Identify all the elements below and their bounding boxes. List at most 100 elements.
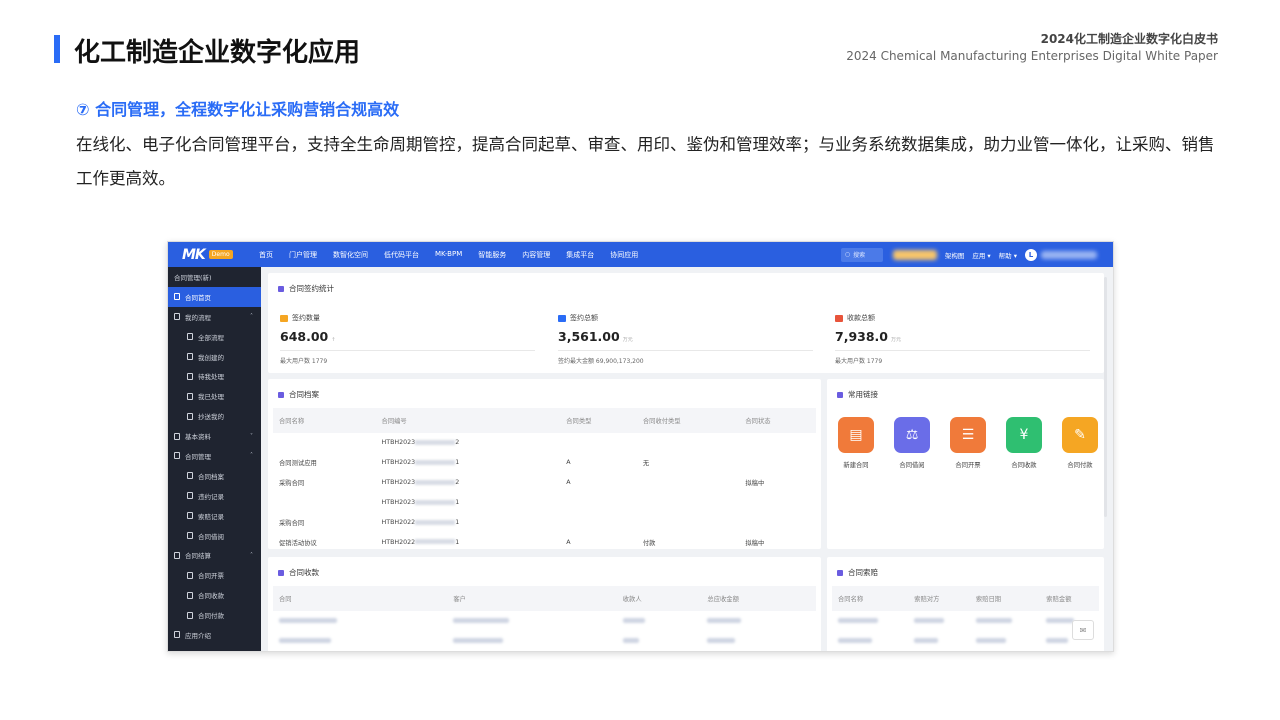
cell-number: HTBH2023 1 <box>376 493 561 513</box>
sidebar-item[interactable]: 待我处理 <box>168 366 261 386</box>
blurred-username[interactable] <box>1041 250 1097 259</box>
column-header[interactable]: 索赔对方 <box>908 586 970 611</box>
card-title-icon <box>278 391 284 398</box>
sidebar-item-label: 我已处理 <box>198 393 224 402</box>
new-contract-icon: ▤ <box>838 417 874 453</box>
avatar[interactable]: L <box>1025 248 1037 261</box>
table-row[interactable] <box>832 611 1099 631</box>
column-header[interactable]: 合同状态 <box>739 408 816 433</box>
cell-payment-type <box>637 473 740 493</box>
sidebar-item[interactable]: 合同收款 <box>168 585 261 605</box>
redacted-block <box>415 479 456 485</box>
column-header[interactable]: 合同名称 <box>832 586 909 611</box>
sidebar-item[interactable]: 违约记录 <box>168 486 261 506</box>
apps-menu[interactable]: 应用 ▾ <box>972 250 990 260</box>
sidebar-item[interactable]: 全部流程 <box>168 327 261 347</box>
column-header[interactable]: 合同类型 <box>560 408 637 433</box>
doc-icon <box>187 591 193 599</box>
chevron-up-icon[interactable]: ˄ <box>250 452 253 459</box>
column-header[interactable]: 合同编号 <box>375 408 561 433</box>
logo[interactable]: MK Demo <box>168 247 240 263</box>
column-header[interactable]: 合同收付类型 <box>636 408 740 433</box>
column-header[interactable]: 索赔日期 <box>969 586 1041 611</box>
chat-icon[interactable]: ✉ <box>1072 620 1094 640</box>
page-title: 化工制造企业数字化应用 <box>74 38 361 68</box>
column-header[interactable]: 合同名称 <box>273 408 376 433</box>
app-screenshot: MK Demo 首页 门户管理 数智化空间 低代码平台 MK-BPM 智能服务 内容管理 集成… <box>167 241 1114 652</box>
redacted-block <box>415 519 456 525</box>
nav-item[interactable]: 数智化空间 <box>333 250 368 260</box>
table-row[interactable]: 采购合同 HTBH2022 1 <box>273 513 816 533</box>
nav-item[interactable]: 内容管理 <box>522 250 550 260</box>
sidebar-item[interactable]: 索赔记录 <box>168 506 261 526</box>
sidebar-item[interactable]: 合同结算 ˄ <box>168 545 261 565</box>
sidebar-item[interactable]: 我已处理 <box>168 386 261 406</box>
chevron-up-icon[interactable]: ˄ <box>250 313 253 320</box>
cell-status <box>739 513 816 533</box>
search-input[interactable]: ○ 搜索 <box>840 247 883 262</box>
table-row[interactable]: 合同测试应用 HTBH2023 1 A 无 <box>273 453 816 473</box>
sidebar-item[interactable]: 抄送我的 <box>168 406 261 426</box>
sidebar-item[interactable]: 我的流程 ˄ <box>168 307 261 327</box>
table-row[interactable] <box>273 611 816 631</box>
sidebar-item[interactable]: 基本资料 ˅ <box>168 426 261 446</box>
cell-type: A <box>566 479 571 487</box>
column-header[interactable]: 收款人 <box>616 586 702 611</box>
stat-label: 签约数量 <box>280 313 535 323</box>
doc-icon <box>187 532 193 540</box>
card-title-icon <box>837 569 843 576</box>
table-row[interactable]: 促销活动协议 HTBH2022 1 A 付款 拟稿中 <box>273 532 816 552</box>
quick-link[interactable]: ☰ 合同开票 <box>949 417 987 469</box>
sidebar-item[interactable]: 合同管理 ˄ <box>168 446 261 466</box>
redacted-text <box>622 637 639 643</box>
chevron-up-icon[interactable]: ˄ <box>250 552 253 559</box>
sidebar-item[interactable]: 合同档案 <box>168 466 261 486</box>
sidebar-item[interactable]: 我创建的 <box>168 347 261 367</box>
quick-link[interactable]: ⚖ 合同借阅 <box>893 417 931 469</box>
help-menu[interactable]: 帮助 ▾ <box>999 250 1017 260</box>
table-row[interactable]: 采购合同 HTBH2023 2 A 拟稿中 <box>273 473 816 493</box>
blurred-tenant-chip[interactable] <box>892 249 937 260</box>
cell-number: HTBH2023 1 <box>376 453 561 473</box>
sidebar-item[interactable]: 合同借阅 <box>168 526 261 546</box>
sidebar-item-label: 合同管理 <box>185 452 211 461</box>
redacted-block <box>415 499 456 505</box>
nav-item[interactable]: 智能服务 <box>478 250 506 260</box>
nav-item[interactable]: 低代码平台 <box>384 250 419 260</box>
quick-link[interactable]: ✎ 合同付款 <box>1061 417 1099 469</box>
column-header[interactable]: 客户 <box>447 586 617 611</box>
header-title-en: 2024 Chemical Manufacturing Enterprises … <box>846 49 1218 63</box>
column-header[interactable]: 合同 <box>273 586 448 611</box>
folder-icon <box>174 452 180 460</box>
stat-value: 648.00 ↑ <box>280 329 535 351</box>
quick-link[interactable]: ▤ 新建合同 <box>837 417 875 469</box>
nav-item[interactable]: 协同应用 <box>610 250 638 260</box>
chevron-down-icon[interactable]: ˅ <box>250 433 253 440</box>
quick-link-label: 合同收款 <box>1011 462 1037 469</box>
column-header[interactable]: 总应收金额 <box>701 586 816 611</box>
sidebar-item[interactable]: 合同开票 <box>168 565 261 585</box>
table-row[interactable]: HTBH2023 2 <box>273 433 816 453</box>
nav-item[interactable]: 首页 <box>259 250 273 260</box>
table-row[interactable] <box>273 631 816 651</box>
sidebar-item-label: 我创建的 <box>198 353 224 362</box>
nav-item[interactable]: MK-BPM <box>435 250 462 260</box>
redacted-text <box>914 637 939 643</box>
main-content: 合同签约统计 签约数量 648.00 ↑ 最大用户数 1779 签约总额 3,561.00… <box>261 267 1113 651</box>
claims-card-title-text: 合同索赔 <box>848 568 878 577</box>
table-header-row: 合同名称 索赔对方 索赔日期 索赔金额 <box>832 586 1099 611</box>
nav-item[interactable]: 门户管理 <box>289 250 317 260</box>
cell-number: HTBH2023 2 <box>376 433 561 453</box>
table-row[interactable] <box>832 631 1099 651</box>
quick-link[interactable]: ¥ 合同收款 <box>1005 417 1043 469</box>
stat-block: 签约数量 648.00 ↑ 最大用户数 1779 <box>280 313 535 365</box>
architecture-link[interactable]: 架构图 <box>945 250 965 260</box>
scrollbar[interactable] <box>1104 277 1107 517</box>
sidebar-item[interactable]: 合同首页 <box>168 286 261 307</box>
table-row[interactable]: HTBH2023 1 <box>273 493 816 513</box>
cell-type: A <box>566 538 571 546</box>
sidebar-item[interactable]: 合同付款 <box>168 605 261 625</box>
nav-item[interactable]: 集成平台 <box>566 250 594 260</box>
column-header[interactable]: 索赔金额 <box>1040 586 1099 611</box>
sidebar-item[interactable]: 应用介绍 <box>168 625 261 645</box>
